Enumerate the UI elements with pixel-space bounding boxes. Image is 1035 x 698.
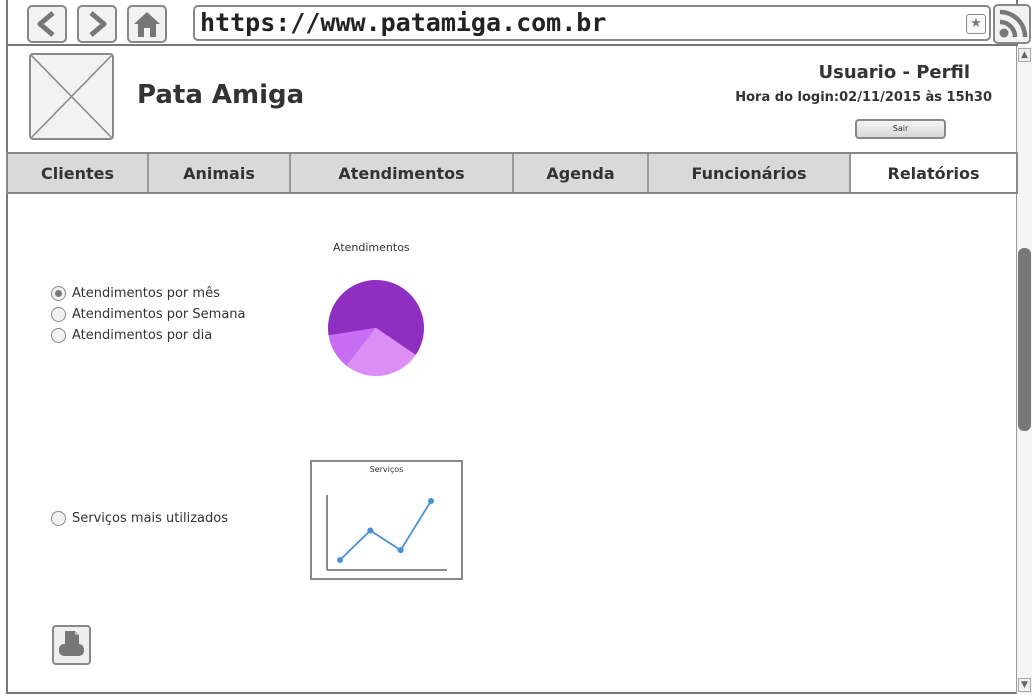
radio-atendimentos-por-mes[interactable]: Atendimentos por mês	[51, 286, 246, 301]
home-button[interactable]	[127, 5, 167, 43]
radio-unselected-icon	[51, 511, 66, 526]
main-tabbar: Clientes Animais Atendimentos Agenda Fun…	[6, 152, 1018, 194]
tab-clientes[interactable]: Clientes	[8, 154, 149, 192]
radio-label: Atendimentos por dia	[72, 328, 213, 343]
line-point-2	[397, 547, 404, 554]
radio-label: Serviços mais utilizados	[72, 511, 228, 526]
logout-button[interactable]: Sair	[855, 119, 946, 139]
rss-button[interactable]	[993, 4, 1031, 44]
radio-unselected-icon	[51, 328, 66, 343]
tab-atendimentos[interactable]: Atendimentos	[291, 154, 514, 192]
tab-animais[interactable]: Animais	[149, 154, 291, 192]
home-icon	[134, 12, 160, 37]
scroll-up-arrow-icon[interactable]: ▲	[1018, 48, 1031, 62]
radio-servicos-mais-utilizados[interactable]: Serviços mais utilizados	[51, 511, 228, 526]
printer-icon	[59, 631, 84, 656]
line-series	[339, 500, 432, 561]
radio-atendimentos-por-dia[interactable]: Atendimentos por dia	[51, 328, 246, 343]
forward-button[interactable]	[77, 5, 117, 43]
print-button[interactable]	[52, 625, 91, 665]
scroll-thumb[interactable]	[1018, 248, 1031, 431]
atendimentos-pie-chart	[328, 280, 424, 376]
radio-unselected-icon	[51, 307, 66, 322]
app-title: Pata Amiga	[137, 80, 305, 110]
rss-icon	[999, 9, 1028, 38]
login-time: Hora do login:02/11/2015 às 15h30	[735, 90, 992, 105]
chevron-right-icon	[89, 11, 107, 37]
back-button[interactable]	[27, 5, 67, 43]
bookmark-star-icon[interactable]: ★	[966, 14, 986, 34]
servicos-line-chart	[326, 495, 447, 571]
url-bar[interactable]: https://www.patamiga.com.br	[193, 5, 991, 41]
header-divider	[6, 44, 1018, 46]
line-point-3	[428, 497, 434, 504]
line-point-1	[367, 527, 374, 534]
tab-relatorios[interactable]: Relatórios	[851, 154, 1016, 192]
radio-label: Atendimentos por Semana	[72, 307, 246, 322]
radio-atendimentos-por-semana[interactable]: Atendimentos por Semana	[51, 307, 246, 322]
line-point-0	[337, 557, 343, 563]
servicos-chart-box: Serviços	[310, 460, 463, 580]
tab-funcionarios[interactable]: Funcionários	[649, 154, 851, 192]
scroll-down-arrow-icon[interactable]: ▼	[1018, 678, 1031, 692]
pie-chart-title: Atendimentos	[333, 241, 410, 254]
chevron-left-icon	[37, 11, 55, 37]
radio-label: Atendimentos por mês	[72, 286, 220, 301]
logo-placeholder	[29, 53, 114, 140]
user-profile-link[interactable]: Usuario - Perfil	[760, 62, 971, 83]
tab-agenda[interactable]: Agenda	[514, 154, 649, 192]
image-placeholder-icon	[31, 55, 112, 138]
radio-selected-icon	[51, 286, 66, 301]
report-options-group: Atendimentos por mês Atendimentos por Se…	[51, 286, 246, 343]
